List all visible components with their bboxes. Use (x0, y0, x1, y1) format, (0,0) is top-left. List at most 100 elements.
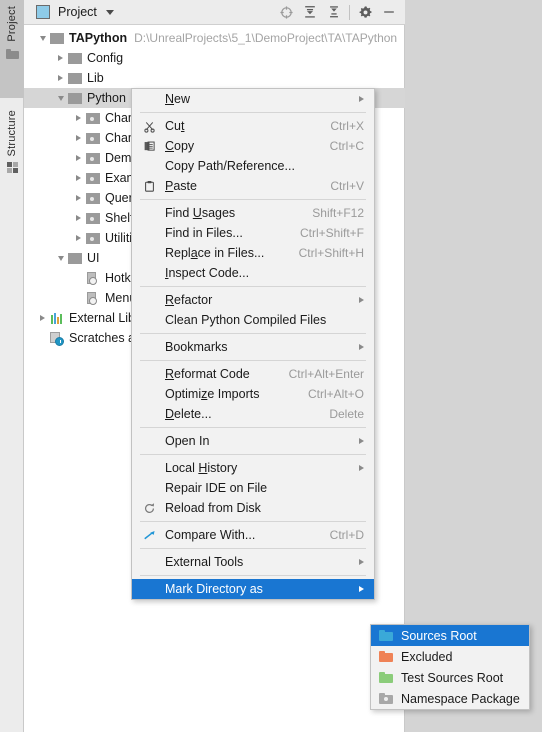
minimize-icon[interactable] (377, 0, 401, 24)
tree-row[interactable]: Config (24, 48, 405, 68)
folder-icon (67, 250, 83, 266)
chevron-right-icon[interactable] (72, 168, 85, 188)
menu-item-find-usages[interactable]: Find Usages Shift+F12 (132, 203, 374, 223)
folder-icon (5, 48, 19, 62)
menu-item-shortcut: Ctrl+Alt+Enter (288, 367, 364, 381)
project-panel-title: Project (58, 5, 97, 19)
menu-item-label: Open In (165, 434, 210, 448)
menu-item-compare-with[interactable]: Compare With... Ctrl+D (132, 525, 374, 545)
left-tool-window-strip: Project Structure (0, 0, 24, 732)
menu-item-clean-python-compiled-files[interactable]: Clean Python Compiled Files (132, 310, 374, 330)
menu-item-local-history[interactable]: Local History (132, 458, 374, 478)
chevron-right-icon[interactable] (72, 188, 85, 208)
menu-item-shortcut: Ctrl+Shift+F (299, 226, 364, 240)
chevron-right-icon[interactable] (54, 68, 67, 88)
tool-window-tab-project[interactable]: Project (0, 0, 24, 98)
menu-item-shortcut: Delete (329, 407, 364, 421)
chevron-right-icon[interactable] (72, 128, 85, 148)
menu-separator (140, 333, 366, 334)
menu-item-find-in-files[interactable]: Find in Files... Ctrl+Shift+F (132, 223, 374, 243)
menu-item-new[interactable]: New (132, 89, 374, 109)
context-menu[interactable]: New Cut Ctrl+X Copy Ctrl+C Copy Path/Referenc… (131, 88, 375, 600)
submenu-item-test-sources-root[interactable]: Test Sources Root (371, 667, 529, 688)
folder-icon (67, 90, 83, 106)
menu-item-label: Clean Python Compiled Files (165, 313, 327, 327)
menu-item-bookmarks[interactable]: Bookmarks (132, 337, 374, 357)
submenu-item-label: Sources Root (401, 628, 477, 643)
submenu-item-label: Excluded (401, 649, 453, 664)
menu-item-reformat-code[interactable]: Reformat Code Ctrl+Alt+Enter (132, 364, 374, 384)
menu-item-refactor[interactable]: Refactor (132, 290, 374, 310)
menu-separator (140, 427, 366, 428)
folder-icon (379, 672, 393, 683)
tree-row-label: Lib (87, 71, 104, 85)
collapse-all-icon[interactable] (322, 0, 346, 24)
tree-row[interactable]: Lib (24, 68, 405, 88)
menu-item-paste[interactable]: Paste Ctrl+V (132, 176, 374, 196)
tree-row-path: D:\UnrealProjects\5_1\DemoProject\TA\TAP… (134, 31, 398, 45)
menu-item-optimize-imports[interactable]: Optimize Imports Ctrl+Alt+O (132, 384, 374, 404)
project-view-icon (36, 5, 50, 19)
menu-separator (140, 199, 366, 200)
tool-window-tab-structure[interactable]: Structure (0, 104, 24, 214)
copy-icon (141, 136, 158, 156)
menu-item-label: New (165, 92, 191, 106)
python-package-icon (85, 210, 101, 226)
menu-item-label: Local History (165, 461, 238, 475)
tree-row-label: Python (87, 91, 126, 105)
menu-item-shortcut: Ctrl+Shift+H (298, 246, 364, 260)
menu-separator (140, 521, 366, 522)
submenu-item-sources-root[interactable]: Sources Root (371, 625, 529, 646)
chevron-right-icon[interactable] (54, 48, 67, 68)
expand-all-icon[interactable] (298, 0, 322, 24)
chevron-right-icon[interactable] (36, 308, 49, 328)
menu-separator (140, 575, 366, 576)
tree-row[interactable]: TAPython D:\UnrealProjects\5_1\DemoProjec… (24, 28, 405, 48)
menu-item-open-in[interactable]: Open In (132, 431, 374, 451)
toolbar-separator (349, 4, 350, 20)
menu-item-label: Optimize Imports (165, 387, 260, 401)
chevron-right-icon[interactable] (72, 228, 85, 248)
menu-item-reload-from-disk[interactable]: Reload from Disk (132, 498, 374, 518)
menu-item-mark-directory-as[interactable]: Mark Directory as (132, 579, 374, 599)
menu-item-label: Compare With... (165, 528, 256, 542)
menu-item-delete[interactable]: Delete... Delete (132, 404, 374, 424)
chevron-down-icon[interactable] (54, 88, 67, 108)
chevron-right-icon (359, 586, 364, 592)
menu-item-replace-in-files[interactable]: Replace in Files... Ctrl+Shift+H (132, 243, 374, 263)
python-package-icon (85, 110, 101, 126)
menu-item-external-tools[interactable]: External Tools (132, 552, 374, 572)
tool-window-tab-project-label: Project (6, 6, 18, 42)
app-root: Project Structure Project TAPython D:\Un… (0, 0, 542, 732)
folder-icon (379, 651, 393, 662)
menu-item-label: Delete... (165, 407, 212, 421)
chevron-right-icon[interactable] (72, 108, 85, 128)
settings-gear-icon[interactable] (353, 0, 377, 24)
chevron-right-icon (359, 559, 364, 565)
menu-item-shortcut: Ctrl+Alt+O (307, 387, 364, 401)
mark-directory-as-submenu[interactable]: Sources Root Excluded Test Sources Root Nam… (370, 624, 530, 710)
menu-item-label: Repair IDE on File (165, 481, 268, 495)
submenu-item-excluded[interactable]: Excluded (371, 646, 529, 667)
chevron-right-icon[interactable] (72, 148, 85, 168)
menu-item-copy-path-reference[interactable]: Copy Path/Reference... (132, 156, 374, 176)
chevron-down-icon[interactable] (36, 28, 49, 48)
menu-item-repair-ide-on-file[interactable]: Repair IDE on File (132, 478, 374, 498)
chevron-down-icon[interactable] (54, 248, 67, 268)
menu-item-label: Reformat Code (165, 367, 250, 381)
folder-icon (67, 50, 83, 66)
menu-item-label: Replace in Files... (165, 246, 265, 260)
menu-separator (140, 286, 366, 287)
python-package-icon (85, 170, 101, 186)
clipboard-icon (141, 176, 158, 196)
menu-item-inspect-code[interactable]: Inspect Code... (132, 263, 374, 283)
locate-icon[interactable] (274, 0, 298, 24)
chevron-right-icon[interactable] (72, 208, 85, 228)
submenu-item-namespace-package[interactable]: Namespace Package (371, 688, 529, 709)
menu-item-cut[interactable]: Cut Ctrl+X (132, 116, 374, 136)
chevron-down-icon[interactable] (105, 9, 114, 15)
menu-item-copy[interactable]: Copy Ctrl+C (132, 136, 374, 156)
menu-separator (140, 112, 366, 113)
menu-item-label: Inspect Code... (165, 266, 250, 280)
tree-row-label: External Libr (69, 311, 140, 325)
